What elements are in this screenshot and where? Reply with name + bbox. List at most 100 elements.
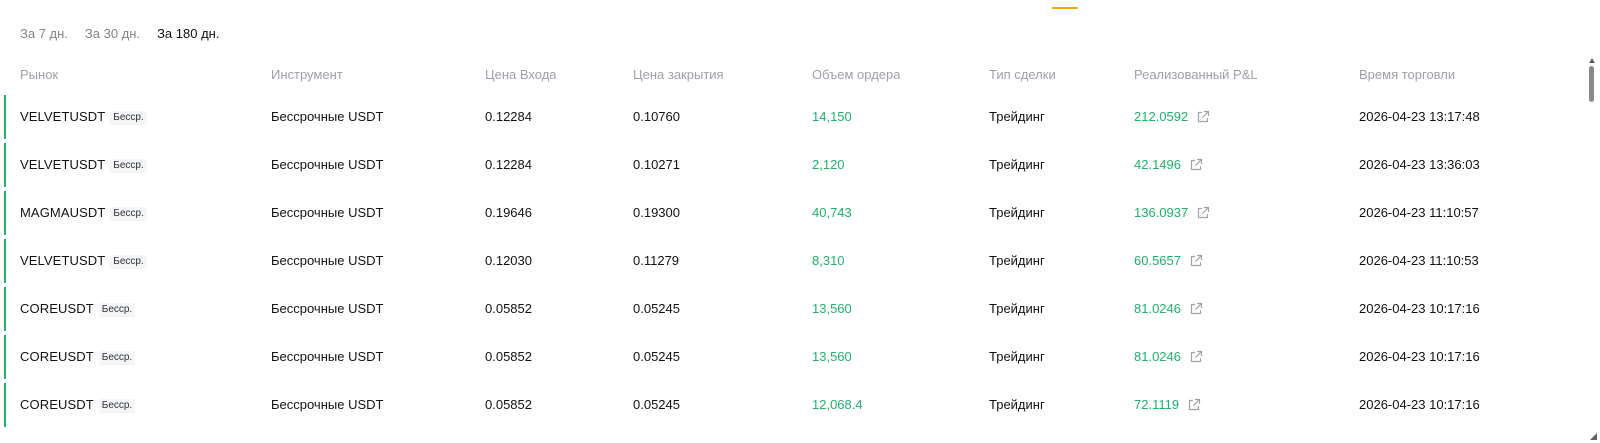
entry-price-cell: 0.12030	[485, 253, 532, 268]
market-symbol: VELVETUSDT	[20, 157, 106, 172]
trade-time-cell: 2026-04-23 11:10:53	[1359, 253, 1479, 268]
realized-pnl-value: 81.0246	[1134, 349, 1181, 364]
entry-price-cell: 0.05852	[485, 301, 532, 316]
market-symbol: MAGMAUSDT	[20, 205, 106, 220]
row-side-indicator	[4, 335, 6, 379]
external-link-icon[interactable]	[1187, 398, 1201, 412]
scroll-thumb[interactable]	[1589, 66, 1594, 102]
market-symbol: VELVETUSDT	[20, 253, 106, 268]
pnl-cell: 81.0246	[1134, 349, 1203, 365]
trade-time-cell: 2026-04-23 10:17:16	[1359, 301, 1480, 316]
header-market: Рынок	[20, 67, 59, 82]
trade-time-cell: 2026-04-23 13:17:48	[1359, 109, 1480, 124]
row-side-indicator	[4, 191, 6, 235]
table-row[interactable]: VELVETUSDT Бесср. Бессрочные USDT 0.12284…	[0, 143, 1580, 187]
realized-pnl-value: 212.0592	[1134, 109, 1189, 124]
instrument-cell: Бессрочные USDT	[271, 301, 384, 316]
pnl-cell: 42.1496	[1134, 157, 1203, 173]
order-volume-cell: 14,150	[812, 109, 852, 124]
exit-price-cell: 0.05245	[633, 397, 680, 412]
pnl-cell: 212.0592	[1134, 109, 1210, 125]
order-volume-cell: 13,560	[812, 349, 852, 364]
entry-price-cell: 0.12284	[485, 109, 532, 124]
entry-price-cell: 0.12284	[485, 157, 532, 172]
market-cell: COREUSDT Бесср.	[20, 349, 136, 365]
header-trade-type: Тип сделки	[989, 67, 1056, 82]
external-link-icon[interactable]	[1196, 206, 1210, 220]
contract-type-badge: Бесср.	[110, 207, 147, 221]
trade-type-cell: Трейдинг	[989, 301, 1045, 316]
pnl-cell: 136.0937	[1134, 205, 1210, 221]
external-link-icon[interactable]	[1196, 110, 1210, 124]
external-link-icon[interactable]	[1189, 350, 1203, 364]
realized-pnl-value: 72.1119	[1134, 397, 1180, 412]
row-side-indicator	[4, 143, 6, 187]
header-exit-price: Цена закрытия	[633, 67, 724, 82]
tab-30-days[interactable]: За 30 дн.	[85, 26, 140, 42]
external-link-icon[interactable]	[1189, 302, 1203, 316]
order-volume-cell: 40,743	[812, 205, 852, 220]
trade-time-cell: 2026-04-23 11:10:57	[1359, 205, 1479, 220]
pnl-cell: 60.5657	[1134, 253, 1203, 269]
active-tab-indicator	[1052, 7, 1078, 9]
market-cell: COREUSDT Бесср.	[20, 397, 136, 413]
contract-type-badge: Бесср.	[110, 159, 147, 173]
table-row[interactable]: COREUSDT Бесср. Бессрочные USDT 0.05852 0…	[0, 383, 1580, 427]
table-header: Рынок Инструмент Цена Входа Цена закрыти…	[0, 64, 1580, 86]
table-row[interactable]: COREUSDT Бесср. Бессрочные USDT 0.05852 0…	[0, 287, 1580, 331]
pnl-cell: 81.0246	[1134, 301, 1203, 317]
market-symbol: COREUSDT	[20, 349, 94, 364]
entry-price-cell: 0.05852	[485, 349, 532, 364]
trade-type-cell: Трейдинг	[989, 253, 1045, 268]
contract-type-badge: Бесср.	[98, 399, 136, 413]
instrument-cell: Бессрочные USDT	[271, 157, 384, 172]
realized-pnl-value: 136.0937	[1134, 205, 1189, 220]
external-link-icon[interactable]	[1189, 158, 1203, 172]
entry-price-cell: 0.05852	[485, 397, 532, 412]
entry-price-cell: 0.19646	[485, 205, 532, 220]
table-row[interactable]: MAGMAUSDT Бесср. Бессрочные USDT 0.19646 …	[0, 191, 1580, 235]
instrument-cell: Бессрочные USDT	[271, 397, 384, 412]
order-volume-cell: 13,560	[812, 301, 852, 316]
market-cell: VELVETUSDT Бесср.	[20, 157, 147, 173]
order-volume-cell: 8,310	[812, 253, 845, 268]
header-instrument: Инструмент	[271, 67, 343, 82]
table-row[interactable]: COREUSDT Бесср. Бессрочные USDT 0.05852 0…	[0, 335, 1580, 379]
row-side-indicator	[4, 383, 6, 427]
exit-price-cell: 0.05245	[633, 301, 680, 316]
market-symbol: COREUSDT	[20, 397, 94, 412]
external-link-icon[interactable]	[1189, 254, 1203, 268]
contract-type-badge: Бесср.	[98, 351, 136, 365]
trade-time-cell: 2026-04-23 10:17:16	[1359, 349, 1480, 364]
exit-price-cell: 0.10760	[633, 109, 680, 124]
pnl-cell: 72.1119	[1134, 397, 1201, 413]
instrument-cell: Бессрочные USDT	[271, 109, 384, 124]
contract-type-badge: Бесср.	[110, 255, 147, 269]
closed-pnl-panel: За 7 дн. За 30 дн. За 180 дн. Рынок Инст…	[0, 0, 1600, 443]
realized-pnl-value: 42.1496	[1134, 157, 1181, 172]
closed-pnl-table: Рынок Инструмент Цена Входа Цена закрыти…	[0, 64, 1580, 427]
trade-type-cell: Трейдинг	[989, 397, 1045, 412]
vertical-scrollbar[interactable]	[1588, 58, 1596, 443]
row-side-indicator	[4, 287, 6, 331]
tab-180-days[interactable]: За 180 дн.	[157, 26, 219, 42]
exit-price-cell: 0.11279	[633, 253, 680, 268]
instrument-cell: Бессрочные USDT	[271, 253, 384, 268]
scroll-up-arrow-icon[interactable]	[1589, 58, 1595, 63]
row-side-indicator	[4, 95, 6, 139]
table-row[interactable]: VELVETUSDT Бесср. Бессрочные USDT 0.12030…	[0, 239, 1580, 283]
exit-price-cell: 0.10271	[633, 157, 680, 172]
realized-pnl-value: 81.0246	[1134, 301, 1181, 316]
header-realized-pnl: Реализованный P&L	[1134, 67, 1258, 82]
row-side-indicator	[4, 239, 6, 283]
resize-grip-icon[interactable]	[1590, 433, 1597, 440]
table-row[interactable]: VELVETUSDT Бесср. Бессрочные USDT 0.12284…	[0, 95, 1580, 139]
realized-pnl-value: 60.5657	[1134, 253, 1181, 268]
market-symbol: VELVETUSDT	[20, 109, 106, 124]
trade-type-cell: Трейдинг	[989, 349, 1045, 364]
trade-time-cell: 2026-04-23 13:36:03	[1359, 157, 1480, 172]
tab-7-days[interactable]: За 7 дн.	[20, 26, 68, 42]
order-volume-cell: 12,068.4	[812, 397, 863, 412]
market-symbol: COREUSDT	[20, 301, 94, 316]
market-cell: COREUSDT Бесср.	[20, 301, 136, 317]
